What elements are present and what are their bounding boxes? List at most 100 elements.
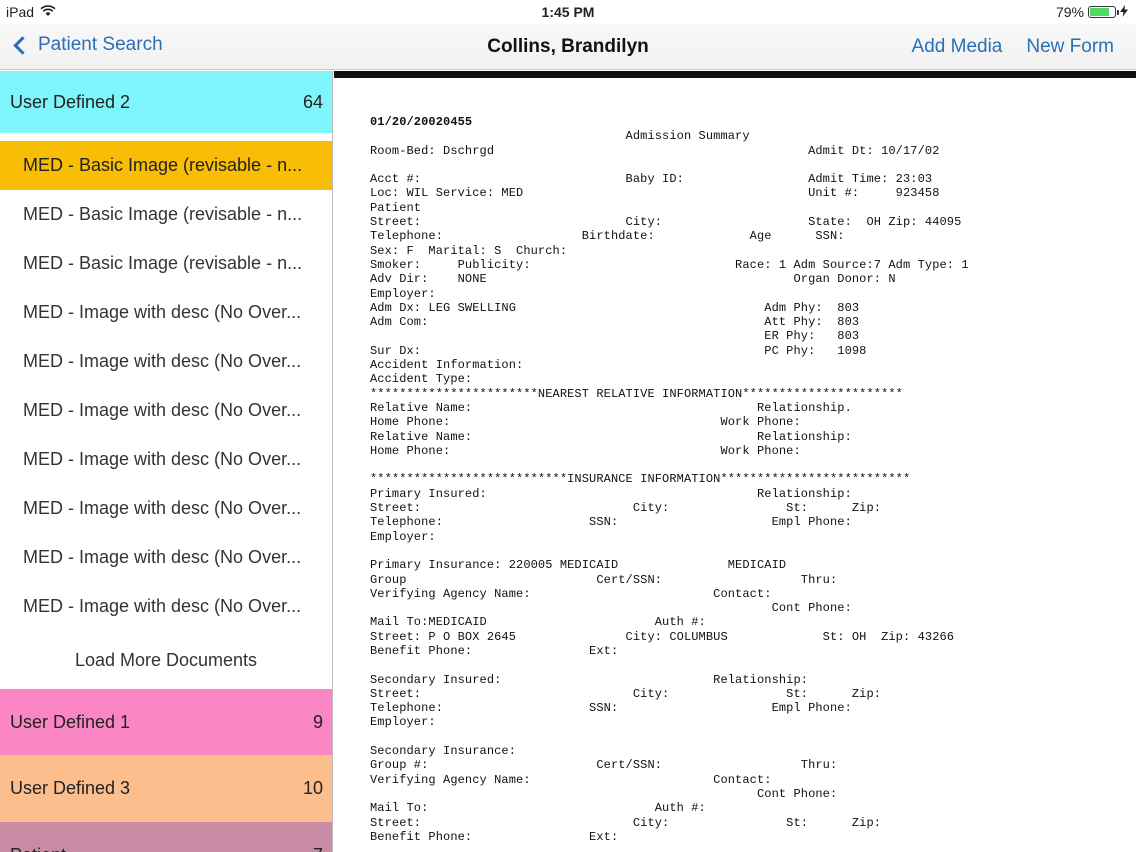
document-text-line: Loc: WIL Service: MED Unit #: 923458 [370,186,940,201]
document-list-item[interactable]: MED - Basic Image (revisable - n... [0,141,332,190]
document-item-label: MED - Image with desc (No Over... [23,596,302,616]
navigation-bar: Patient Search Collins, Brandilyn Add Me… [0,24,1136,70]
group-label: User Defined 3 [10,778,131,798]
document-text-line: Room-Bed: Dschrgd Admit Dt: 10/17/02 [370,143,940,158]
document-item-label: MED - Image with desc (No Over... [23,449,302,469]
group-spacer [0,133,332,141]
document-text-line: Secondary Insured: Relationship: [370,672,809,687]
document-item-label: MED - Basic Image (revisable - n... [23,155,303,175]
document-text-line: Verifying Agency Name: Contact: [370,772,772,787]
document-text-line: Street: City: St: Zip: [370,815,882,830]
status-time: 1:45 PM [541,4,595,20]
document-text-line: Telephone: SSN: Empl Phone: [370,515,852,530]
group-count: 10 [302,778,323,798]
document-text-line: Street: City: State: OH Zip: 44095 [370,215,962,230]
document-list-item[interactable]: MED - Image with desc (No Over... [0,337,332,386]
document-text-line: Group #: Cert/SSN: Thru: [370,758,838,773]
group-label: User Defined 1 [10,711,131,732]
document-text-line: Sex: F Marital: S Church: [370,243,568,258]
document-list-item[interactable]: MED - Image with desc (No Over... [0,386,332,435]
document-text-line: Relative Name: Relationship. [370,400,852,415]
document-text-line: Telephone: Birthdate: Age SSN: [370,229,845,244]
document-text-line: Benefit Phone: Ext: [370,829,619,844]
document-text-line: Street: P O BOX 2645 City: COLUMBUS St: … [370,629,955,644]
document-text-line: Mail To:MEDICAID Auth #: [370,615,706,630]
document-item-label: MED - Image with desc (No Over... [23,498,302,518]
document-text-line: Street: City: St: Zip: [370,686,882,701]
group-header-user-defined-2[interactable]: User Defined 2 64 [0,71,332,133]
document-text-line: Cont Phone: [370,786,838,801]
group-count: 64 [302,91,323,112]
document-text-line: Primary Insured: Relationship: [370,486,852,501]
bottom-groups: User Defined 1 9 User Defined 3 10 Patient 7 [0,689,332,852]
charging-icon [1120,4,1128,20]
group-header-user-defined-1[interactable]: User Defined 1 9 [0,689,332,755]
document-text-line [370,458,969,472]
scanned-document-page: 01/20/20020455 Admission Summary Room-Bed… [370,115,969,844]
document-list-item[interactable]: MED - Basic Image (revisable - n... [0,190,332,239]
document-item-label: MED - Image with desc (No Over... [23,400,302,420]
document-item-label: MED - Image with desc (No Over... [23,547,302,567]
document-text-line: Adm Com: Att Phy: 803 [370,315,860,330]
document-list-item[interactable]: MED - Image with desc (No Over... [0,288,332,337]
document-text-line: Acct #: Baby ID: Admit Time: 23:03 [370,172,933,187]
document-text-line: ***********************NEAREST RELATIVE … [370,386,903,401]
document-text-line: Secondary Insurance: [370,744,517,759]
document-viewer[interactable]: 01/20/20020455 Admission Summary Room-Bed… [334,71,1136,852]
document-list-item[interactable]: MED - Image with desc (No Over... [0,533,332,582]
document-text-line: Accident Type: [370,372,473,387]
document-text-line: Employer: [370,529,436,544]
document-text-line: Primary Insurance: 220005 MEDICAID MEDIC… [370,558,787,573]
patient-search-back-button[interactable]: Patient Search [10,34,163,56]
document-text-line: Group Cert/SSN: Thru: [370,572,838,587]
document-text-line: Relative Name: Relationship: [370,429,852,444]
document-item-label: MED - Basic Image (revisable - n... [23,204,303,224]
document-item-label: MED - Image with desc (No Over... [23,351,302,371]
document-item-label: MED - Basic Image (revisable - n... [23,253,303,273]
document-list: MED - Basic Image (revisable - n... MED -… [0,141,332,631]
document-text-line: Adm Dx: LEG SWELLING Adm Phy: 803 [370,300,860,315]
document-top-border [334,71,1136,78]
document-text-line [370,658,969,672]
group-count: 7 [313,845,323,852]
document-list-item[interactable]: MED - Image with desc (No Over... [0,484,332,533]
document-text-line: Verifying Agency Name: Contact: [370,586,772,601]
status-bar: iPad 1:45 PM 79% [0,0,1136,24]
group-label: Patient [10,845,66,852]
document-text-line: Telephone: SSN: Empl Phone: [370,701,852,716]
chevron-left-icon [13,35,32,55]
document-text-line [370,158,969,172]
document-list-item[interactable]: MED - Image with desc (No Over... [0,435,332,484]
document-item-label: MED - Image with desc (No Over... [23,302,302,322]
status-right: 79% [1056,4,1128,20]
document-list-item[interactable]: MED - Basic Image (revisable - n... [0,239,332,288]
document-sidebar: User Defined 2 64 MED - Basic Image (rev… [0,71,333,852]
document-text-line: Patient [370,200,422,215]
add-media-button[interactable]: Add Media [912,36,1003,58]
group-header-patient[interactable]: Patient 7 [0,822,332,852]
battery-percent: 79% [1055,4,1084,20]
document-text-line: Employer: [370,715,436,730]
document-text-line: Accident Information: [370,358,524,373]
document-list-item[interactable]: MED - Image with desc (No Over... [0,582,332,631]
document-text-line: Admission Summary [370,129,750,144]
document-text-line: Smoker: Publicity: Race: 1 Adm Source:7 … [370,257,969,272]
document-text-line: Employer: [370,286,436,301]
group-label: User Defined 2 [10,91,131,112]
load-more-documents-button[interactable]: Load More Documents [0,631,332,689]
new-form-button[interactable]: New Form [1026,36,1114,58]
document-text-line: ER Phy: 803 [370,329,860,344]
back-button-label: Patient Search [38,34,163,55]
group-count: 9 [312,711,323,732]
document-text-line [370,730,969,744]
nav-actions: Add Media New Form [912,36,1114,58]
group-header-user-defined-3[interactable]: User Defined 3 10 [0,755,332,822]
document-text-line: Home Phone: Work Phone: [370,443,801,458]
document-text-line: Home Phone: Work Phone: [370,415,801,430]
document-text-line [370,544,969,558]
document-text-line: Sur Dx: PC Phy: 1098 [370,343,867,358]
document-text-line: Street: City: St: Zip: [370,501,882,516]
document-text-line: Adv Dir: NONE Organ Donor: N [370,272,896,287]
document-text-line: Mail To: Auth #: [370,801,706,816]
document-text-line: Benefit Phone: Ext: [370,643,619,658]
